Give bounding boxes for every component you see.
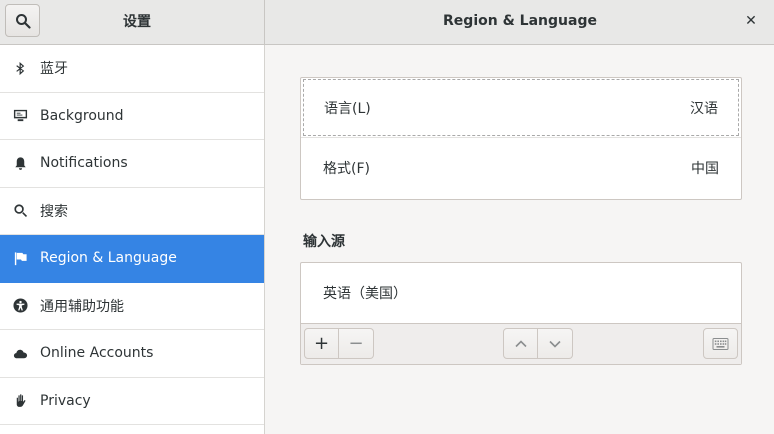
- accessibility-icon: [12, 298, 28, 314]
- formats-value: 中国: [691, 160, 719, 177]
- language-row[interactable]: 语言(L) 汉语: [303, 79, 739, 136]
- input-source-row[interactable]: 英语（美国）: [301, 263, 741, 323]
- sidebar-item-online-accounts[interactable]: Online Accounts: [0, 330, 264, 378]
- minus-icon: −: [348, 333, 364, 354]
- sidebar-item-background[interactable]: Background: [0, 93, 264, 140]
- language-label: 语言(L): [324, 100, 371, 117]
- flag-icon: [12, 250, 28, 266]
- page-title: Region & Language: [443, 13, 597, 29]
- sidebar-item-label: Notifications: [40, 155, 128, 172]
- chevron-down-icon: [549, 340, 561, 348]
- hand-icon: [12, 393, 28, 409]
- sidebar-header: 设置: [0, 0, 265, 44]
- sidebar-item-region-language[interactable]: Region & Language: [0, 235, 264, 283]
- bluetooth-icon: [12, 60, 28, 76]
- search-button[interactable]: [5, 4, 40, 37]
- sidebar-item-label: Online Accounts: [40, 345, 154, 362]
- move-down-button[interactable]: [538, 328, 573, 359]
- language-value: 汉语: [690, 100, 718, 117]
- sidebar-item-label: Privacy: [40, 392, 91, 409]
- search-icon: [12, 203, 28, 219]
- keyboard-icon: [712, 337, 729, 350]
- sidebar-item-label: 通用辅助功能: [40, 298, 124, 315]
- bell-icon: [12, 155, 28, 171]
- add-input-source-button[interactable]: +: [304, 328, 339, 359]
- sidebar-item-accessibility[interactable]: 通用辅助功能: [0, 283, 264, 330]
- sidebar-title: 设置: [123, 14, 151, 30]
- sidebar-item-label: Region & Language: [40, 250, 177, 267]
- sidebar-item-label: 搜索: [40, 203, 68, 220]
- close-button[interactable]: ✕: [742, 12, 760, 30]
- sidebar: 蓝牙 Background Notifications 搜索 Region & …: [0, 45, 265, 434]
- formats-label: 格式(F): [323, 160, 370, 177]
- plus-icon: +: [313, 333, 330, 354]
- sidebar-item-label: Background: [40, 107, 124, 124]
- input-source-label: 英语（美国）: [323, 286, 407, 302]
- main-panel: 语言(L) 汉语 格式(F) 中国 输入源 英语（美国） + −: [266, 45, 774, 434]
- sidebar-item-label: 蓝牙: [40, 61, 68, 78]
- sidebar-item-privacy[interactable]: Privacy: [0, 378, 264, 425]
- search-icon: [15, 13, 31, 29]
- move-up-button[interactable]: [503, 328, 538, 359]
- sidebar-item-notifications[interactable]: Notifications: [0, 140, 264, 188]
- cloud-icon: [12, 345, 28, 361]
- remove-input-source-button[interactable]: −: [339, 328, 374, 359]
- input-sources-toolbar: + −: [301, 323, 741, 364]
- chevron-up-icon: [514, 339, 527, 347]
- keyboard-layout-button[interactable]: [703, 328, 738, 359]
- sidebar-item-search[interactable]: 搜索: [0, 188, 264, 235]
- formats-row[interactable]: 格式(F) 中国: [301, 137, 741, 197]
- input-sources-heading: 输入源: [303, 234, 345, 250]
- close-icon: ✕: [745, 13, 757, 29]
- language-format-list: 语言(L) 汉语 格式(F) 中国: [300, 77, 742, 200]
- header-bar: 设置 Region & Language ✕: [0, 0, 774, 45]
- sidebar-item-bluetooth[interactable]: 蓝牙: [0, 45, 264, 93]
- background-icon: [12, 108, 28, 124]
- input-sources-list: 英语（美国） + −: [300, 262, 742, 365]
